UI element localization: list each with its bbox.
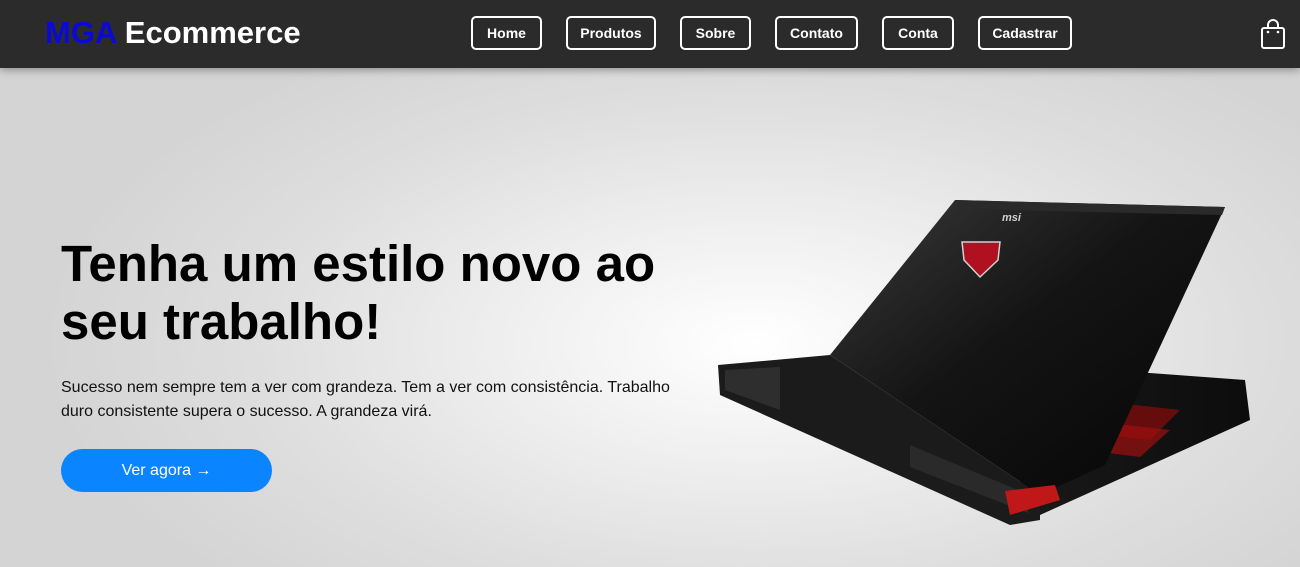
- nav-home-button[interactable]: Home: [471, 16, 542, 50]
- nav-produtos-button[interactable]: Produtos: [566, 16, 656, 50]
- site-logo[interactable]: MGA Ecommerce: [45, 14, 301, 52]
- nav-sobre-button[interactable]: Sobre: [680, 16, 751, 50]
- site-header: MGA Ecommerce Home Produtos Sobre Contat…: [0, 0, 1300, 68]
- logo-brand: MGA: [45, 15, 117, 50]
- hero-title: Tenha um estilo novo ao seu trabalho!: [61, 235, 656, 350]
- laptop-brand-text: msi: [1002, 212, 1022, 224]
- logo-text: Ecommerce: [116, 15, 301, 50]
- view-now-button[interactable]: Ver agora →: [61, 449, 272, 492]
- hero-description: Sucesso nem sempre tem a ver com grandez…: [61, 379, 670, 420]
- shopping-bag-icon[interactable]: [1260, 18, 1286, 50]
- laptop-image: msi: [718, 200, 1250, 525]
- nav-conta-button[interactable]: Conta: [882, 16, 954, 50]
- nav-cadastrar-button[interactable]: Cadastrar: [978, 16, 1072, 50]
- nav-contato-button[interactable]: Contato: [775, 16, 858, 50]
